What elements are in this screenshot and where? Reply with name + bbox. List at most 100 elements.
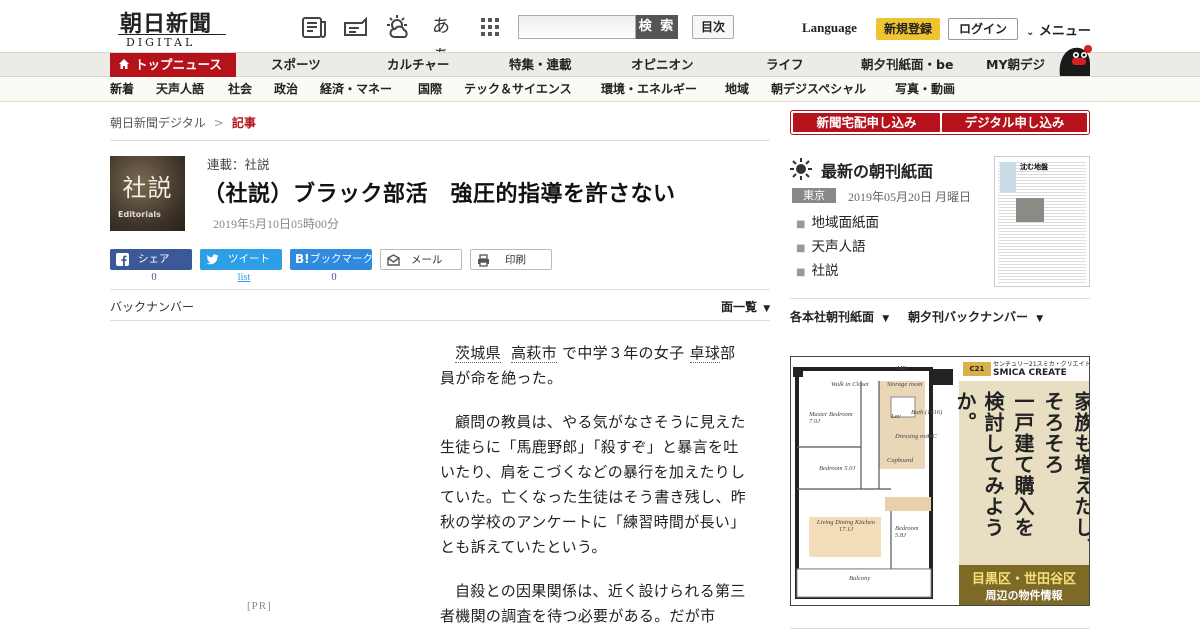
search-button[interactable]: 検 索 [636,15,678,39]
edition-link[interactable]: ■ 天声人語 [796,236,879,260]
print-button[interactable]: 印刷 [470,249,552,270]
register-button[interactable]: 新規登録 [876,18,940,40]
facebook-share-count: 0 [151,272,157,283]
main-nav: トップニュース スポーツ カルチャー 特集・連載 オピニオン ライフ 朝夕刊紙面… [0,52,1200,77]
back-number-dropdown[interactable]: 朝夕刊バックナンバー ▼ [908,308,1043,325]
ad-brand-text: センチュリー21スミカ・クリエイト SMICA CREATE [993,360,1089,378]
hatena-bookmark-button[interactable]: B! ブックマーク [290,249,373,270]
menu-button[interactable]: ⌄ メニュー [1026,20,1091,39]
twitter-share-list-link[interactable]: list [203,272,285,283]
subnav-item-special[interactable]: 朝デジスペシャル [771,78,866,101]
subnav-item-politics[interactable]: 政治 [274,78,298,101]
weather-icon[interactable] [385,13,413,41]
nav-life[interactable]: ライフ [766,53,804,77]
floor-plan-label: Bedroom 5.8J [895,525,919,539]
series-label[interactable]: 連載：社説 [207,154,270,173]
nav-opinion[interactable]: オピニオン [631,53,694,77]
home-delivery-subscribe-button[interactable]: 新聞宅配申し込み [793,113,940,132]
subnav-item-economy[interactable]: 経済・マネー [320,78,392,101]
ad-copy-line: 一戸建て購入を [1011,391,1035,538]
dropdown-label: 各本社朝刊紙面 [790,310,875,324]
subnav-item-region[interactable]: 地域 [725,78,749,101]
nav-paper[interactable]: 朝夕刊紙面・be [861,53,953,77]
edition-link[interactable]: ■ 地域面紙面 [796,212,879,236]
app-grid-icon[interactable] [476,13,504,41]
subnav-item-environment[interactable]: 環境・エネルギー [601,78,697,101]
ad-copy-line: 検討してみようか。 [953,391,1005,538]
logo-sub-text: DIGITAL [126,36,196,49]
edition-link-label: 地域面紙面 [811,215,879,231]
subnav-item-new[interactable]: 新着 [110,78,134,101]
newspaper-front-page-thumbnail[interactable]: 沈む地盤 [994,156,1090,287]
keyword-link[interactable]: 高萩市 [511,344,557,363]
subnav-item-international[interactable]: 国際 [418,78,442,101]
nav-culture[interactable]: カルチャー [387,53,449,77]
subnav-item-tech[interactable]: テック＆サイエンス [464,78,572,101]
sub-nav: 新着 天声人語 社会 政治 経済・マネー 国際 テック＆サイエンス 環境・エネル… [0,78,1200,102]
article-headline: （社説）ブラック部活 強圧的指導を許さない [203,182,676,207]
ad-area-sub: 周辺の物件情報 [985,589,1063,602]
floor-plan-label: Living Dining Kitchen 17.1J [816,519,876,533]
breadcrumb: 朝日新聞デジタル > 記事 [110,114,256,131]
floor-plan-drawing [793,367,953,599]
sun-icon [790,158,812,180]
subnav-item-photo[interactable]: 写真・動画 [895,78,955,101]
twitter-icon [206,254,219,265]
newspaper-icon[interactable] [300,13,328,41]
twitter-share-label: ツイート [228,253,270,265]
twitter-share-button[interactable]: ツイート [200,249,282,270]
search-input[interactable] [518,15,636,39]
dropdown-label: 朝夕刊バックナンバー [908,310,1029,324]
mascot-icon [1059,45,1092,76]
keyword-link[interactable]: 卓球 [689,344,721,363]
keyword-link[interactable]: 茨城県 [455,344,501,363]
digital-subscribe-button[interactable]: デジタル申し込み [942,113,1087,132]
text-size-icon[interactable]: あぁ [432,13,460,65]
breadcrumb-root[interactable]: 朝日新聞デジタル [110,116,206,130]
series-thumbnail[interactable]: 社説 Editorials [110,156,185,231]
subnav-item-society[interactable]: 社会 [228,78,252,101]
toc-button[interactable]: 目次 [692,15,734,39]
back-number-link[interactable]: バックナンバー [110,298,194,315]
site-logo[interactable]: 朝日新聞 DIGITAL [112,6,232,49]
century21-logo: C21 [963,362,991,376]
floor-plan-label: Bath (1616) [911,409,943,416]
caret-down-icon: ▼ [763,304,771,314]
newspaper-photo [1016,198,1044,222]
feed-icon[interactable] [342,13,370,41]
bullet-icon: ■ [796,243,806,254]
ad-copy: 家族も増えたし、 そろそろ 一戸建て購入を 検討してみようか。 [953,391,1089,561]
nav-sports[interactable]: スポーツ [271,53,321,77]
language-link[interactable]: Language [802,20,857,36]
page-list-dropdown[interactable]: 面一覧 ▼ [721,298,770,315]
mail-share-button[interactable]: メール [380,249,462,270]
floor-plan-label: Master Bedroom 7.0J [809,411,853,425]
printer-icon [478,254,489,267]
floor-plan-label: Lav [891,413,901,420]
edition-link-label: 社説 [811,263,839,279]
article-paragraph: 顧問の教員は、やる気がなさそうに見えた生徒らに「馬鹿野郎」「殺すぞ」と暴言を吐い… [440,413,747,556]
caret-down-icon: ▼ [1036,314,1044,324]
floor-plan-label: Storage room [887,381,923,388]
subnav-item-tensei[interactable]: 天声人語 [156,78,204,101]
facebook-share-button[interactable]: シェア [110,249,192,270]
ad-brand-line: SMICA CREATE [993,368,1067,378]
article-body: 茨城県 高萩市 で中学３年の女子 卓球部員が命を絶った。 顧問の教員は、やる気が… [440,341,746,630]
pr-label: [PR] [247,600,272,612]
menu-label: メニュー [1038,24,1091,39]
floor-plan-label: MB [897,365,907,372]
bullet-icon: ■ [796,219,806,230]
latest-morning-edition-title[interactable]: 最新の朝刊紙面 [821,158,933,182]
nav-my-asahi[interactable]: MY朝デジ [986,53,1045,77]
page-list-label: 面一覧 [721,300,758,314]
advertisement[interactable]: Walk in Closet Storage room Master Bedro… [790,356,1090,606]
hatena-bookmark-count: 0 [331,272,337,283]
hatena-bookmark-icon: B! [295,252,310,266]
regional-editions-dropdown[interactable]: 各本社朝刊紙面 ▼ [790,308,889,325]
nav-top-news[interactable]: トップニュース [110,53,236,77]
login-button[interactable]: ログイン [948,18,1018,40]
nav-features[interactable]: 特集・連載 [509,53,572,77]
subscription-buttons: 新聞宅配申し込み デジタル申し込み [790,110,1090,135]
edition-link[interactable]: ■ 社説 [796,260,879,284]
nav-label: トップニュース [135,57,222,72]
